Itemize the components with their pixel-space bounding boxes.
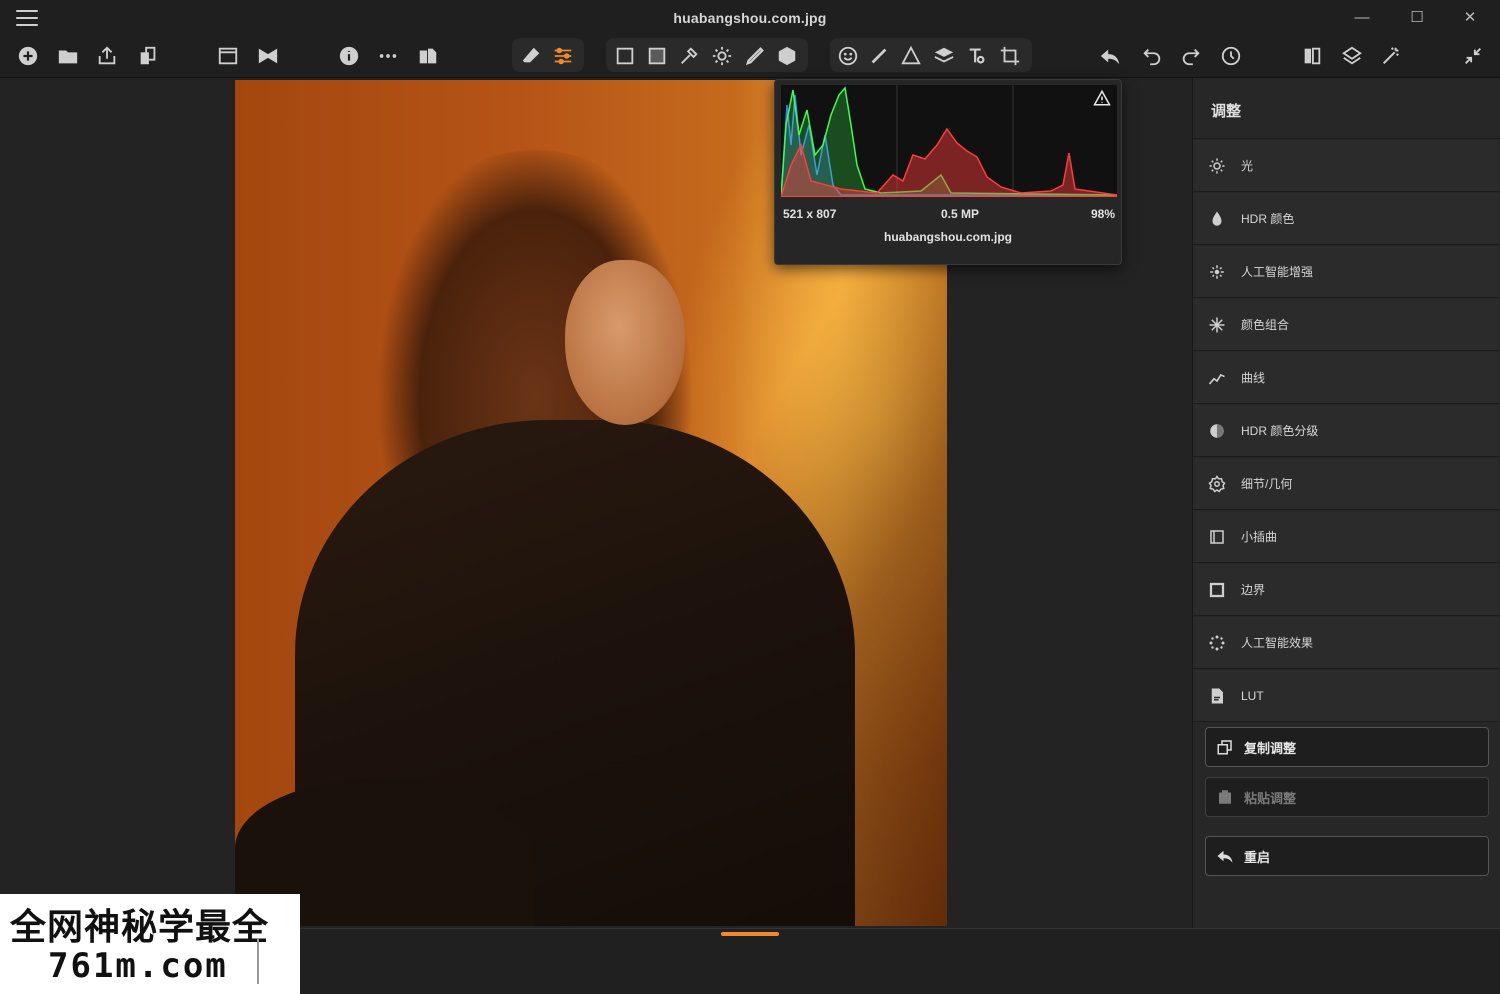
adjust-sliders-icon[interactable] — [548, 41, 578, 71]
panel-divider — [1193, 138, 1500, 139]
share-icon[interactable] — [92, 41, 122, 71]
window-title: huabangshou.com.jpg — [673, 10, 827, 26]
panel-item-hdr-grading[interactable]: HDR 颜色分级 — [1193, 405, 1499, 457]
magic-wand-icon[interactable] — [1376, 41, 1406, 71]
window-icon[interactable] — [213, 41, 243, 71]
face-icon[interactable] — [833, 41, 863, 71]
text-icon[interactable] — [962, 41, 992, 71]
panel-item-label: 小插曲 — [1241, 530, 1278, 544]
panel-item-hdr-color[interactable]: HDR 颜色 — [1193, 193, 1499, 245]
panel-item-detail-geometry[interactable]: 细节/几何 — [1193, 458, 1499, 510]
crop-frame-icon[interactable] — [610, 41, 640, 71]
undo-curved-icon[interactable] — [1095, 41, 1125, 71]
close-button[interactable]: ✕ — [1460, 8, 1480, 28]
panel-item-label: 光 — [1241, 159, 1254, 173]
panel-item-label: 颜色组合 — [1241, 318, 1290, 332]
panel-item-label: 细节/几何 — [1241, 477, 1293, 491]
watermark-line2: 761m.com — [48, 946, 228, 986]
curve-icon — [1193, 369, 1241, 387]
compare-icon[interactable] — [253, 41, 283, 71]
panel-item-label: HDR 颜色 — [1241, 212, 1295, 226]
color-wheel-icon — [1193, 422, 1241, 440]
brush-icon[interactable] — [740, 41, 770, 71]
photo-face — [565, 260, 685, 425]
redo-icon[interactable] — [1176, 41, 1206, 71]
vignette-icon — [1193, 528, 1241, 546]
border-icon — [1193, 581, 1241, 599]
image-megapixels: 0.5 MP — [941, 207, 980, 221]
drop-icon — [1193, 210, 1241, 228]
split-view-icon[interactable] — [1297, 41, 1327, 71]
copy-adjust-icon — [1206, 738, 1244, 756]
panel-item-label: 曲线 — [1241, 371, 1266, 385]
toolbar — [0, 36, 1500, 78]
filled-square-icon[interactable] — [642, 41, 672, 71]
triangle-icon[interactable] — [896, 41, 926, 71]
add-icon[interactable] — [13, 41, 43, 71]
panel-item-ai-effects[interactable]: 人工智能效果 — [1193, 617, 1499, 669]
panel-item-light[interactable]: 光 — [1193, 140, 1499, 192]
minimize-button[interactable]: — — [1352, 8, 1372, 28]
undo-icon[interactable] — [1137, 41, 1167, 71]
paste-adjustments-button[interactable]: 粘贴调整 — [1205, 777, 1489, 817]
brightness-icon[interactable] — [707, 41, 737, 71]
ai-sparkle-icon — [1193, 263, 1241, 281]
info-icon[interactable] — [334, 41, 364, 71]
zoom-level: 98% — [1090, 207, 1115, 221]
reset-button[interactable]: 重启 — [1205, 836, 1489, 876]
ai-layers-icon[interactable] — [1337, 41, 1367, 71]
history-icon[interactable] — [1216, 41, 1246, 71]
watermark-line1: 全网神秘学最全 — [10, 907, 270, 948]
star-burst-icon — [1193, 316, 1241, 334]
healing-icon[interactable] — [864, 41, 894, 71]
erase-icon[interactable] — [516, 41, 546, 71]
panel-item-ai-enhance[interactable]: 人工智能增强 — [1193, 246, 1499, 298]
layers-icon[interactable] — [929, 41, 959, 71]
lut-file-icon — [1193, 687, 1241, 705]
image-dimensions: 521 x 807 — [783, 207, 837, 221]
folder-icon[interactable] — [53, 41, 83, 71]
panel-item-color-mix[interactable]: 颜色组合 — [1193, 299, 1499, 351]
cube-icon[interactable] — [772, 41, 802, 71]
panel-item-border[interactable]: 边界 — [1193, 564, 1499, 616]
eyedropper-icon[interactable] — [674, 41, 704, 71]
panel-item-lut[interactable]: LUT — [1193, 670, 1499, 722]
panel-item-curves[interactable]: 曲线 — [1193, 352, 1499, 404]
filmstrip-handle[interactable] — [721, 932, 779, 936]
transform-icon[interactable] — [995, 41, 1025, 71]
adjustments-panel: 调整 光 HDR 颜色 人工智能增强 颜色组合 曲线 HDR 颜色分级 细节/几… — [1192, 78, 1500, 928]
copy-adjustments-button[interactable]: 复制调整 — [1205, 727, 1489, 767]
gear-icon — [1193, 474, 1241, 493]
collapse-icon[interactable] — [1458, 41, 1488, 71]
maximize-button[interactable]: ☐ — [1407, 8, 1427, 28]
export-icon[interactable] — [413, 41, 443, 71]
histogram-plot — [779, 85, 1118, 198]
sun-icon — [1193, 157, 1241, 175]
panel-item-label: 人工智能增强 — [1241, 265, 1314, 279]
panel-item-label: LUT — [1241, 688, 1264, 703]
warning-icon[interactable] — [1093, 89, 1111, 107]
panel-item-label: 人工智能效果 — [1241, 636, 1314, 650]
ai-effect-icon — [1193, 634, 1241, 652]
panel-item-vignette[interactable]: 小插曲 — [1193, 511, 1499, 563]
watermark-divider — [257, 938, 259, 984]
watermark: 全网神秘学最全 761m.com — [0, 894, 300, 994]
reset-arrow-icon — [1206, 847, 1244, 865]
title-bar: huabangshou.com.jpg — ☐ ✕ — [0, 0, 1500, 36]
histogram-filename: huabangshou.com.jpg — [884, 230, 1012, 244]
histogram-panel[interactable]: 521 x 807 0.5 MP 98% huabangshou.com.jpg — [774, 79, 1122, 265]
copy-icon[interactable] — [133, 41, 163, 71]
panel-item-label: 边界 — [1241, 583, 1266, 597]
paste-icon — [1206, 788, 1244, 806]
panel-item-label: HDR 颜色分级 — [1241, 424, 1319, 438]
more-icon[interactable] — [373, 41, 403, 71]
panel-title: 调整 — [1211, 103, 1242, 120]
